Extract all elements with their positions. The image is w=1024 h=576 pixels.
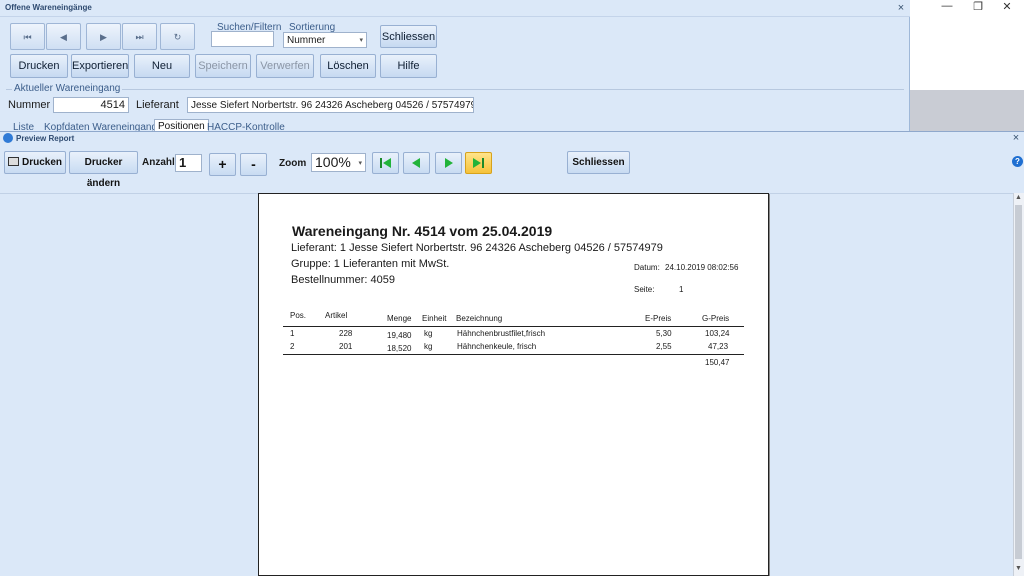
- back-window-close-icon[interactable]: ×: [895, 2, 907, 14]
- report-supplier: Lieferant: 1 Jesse Siefert Norbertstr. 9…: [291, 242, 663, 254]
- next-page-button[interactable]: [435, 152, 462, 174]
- preview-title: Preview Report: [16, 134, 75, 143]
- minus-button[interactable]: -: [240, 153, 267, 176]
- report-date-value: 24.10.2019 08:02:56: [665, 263, 739, 272]
- next-record-button[interactable]: ▶: [86, 23, 121, 50]
- search-input[interactable]: [211, 31, 274, 47]
- skip-first-icon: ⏮: [23, 32, 32, 42]
- col-header-article: Artikel: [325, 311, 348, 320]
- previous-page-icon: [412, 158, 420, 168]
- back-window-titlebar: [0, 0, 910, 17]
- last-page-button[interactable]: [465, 152, 492, 174]
- next-icon: ▶: [100, 32, 107, 42]
- section-divider: [6, 89, 904, 90]
- report-page: Wareneingang Nr. 4514 vom 25.04.2019 Lie…: [258, 193, 769, 576]
- col-header-quantity: Menge: [387, 314, 412, 323]
- preview-close-button[interactable]: Schliessen: [567, 151, 630, 174]
- report-page-label: Seite:: [634, 285, 655, 294]
- header-rule: [283, 326, 744, 327]
- discard-button[interactable]: Verwerfen: [256, 54, 314, 78]
- app-icon: [3, 133, 13, 143]
- zoom-label: Zoom: [279, 158, 307, 169]
- row-unit-price: 5,30: [656, 329, 672, 338]
- supplier-label: Lieferant: [136, 99, 179, 111]
- skip-last-icon: ⏭: [135, 32, 144, 42]
- row-unit: kg: [424, 329, 433, 338]
- last-page-icon: [473, 158, 484, 168]
- back-close-button[interactable]: Schliessen: [380, 25, 437, 48]
- count-label: Anzahl: [142, 157, 175, 168]
- preview-print-button[interactable]: Drucken: [4, 151, 66, 174]
- refresh-button[interactable]: ↻: [160, 23, 195, 50]
- row-unit: kg: [424, 342, 433, 351]
- scrollbar-thumb[interactable]: [1015, 205, 1022, 559]
- row-pos: 1: [290, 329, 295, 338]
- help-button[interactable]: Hilfe: [380, 54, 437, 78]
- col-header-description: Bezeichnung: [456, 314, 503, 323]
- preview-titlebar: [0, 131, 1024, 146]
- window-close-icon[interactable]: ✕: [997, 0, 1017, 14]
- row-total-price: 103,24: [705, 329, 730, 338]
- last-record-button[interactable]: ⏭: [122, 23, 157, 50]
- first-page-icon: [380, 158, 391, 168]
- supplier-field[interactable]: Jesse Siefert Norbertstr. 96 24326 Asche…: [187, 97, 474, 113]
- first-record-button[interactable]: ⏮: [10, 23, 45, 50]
- section-label: Aktueller Wareneingang: [12, 83, 123, 94]
- report-group: Gruppe: 1 Lieferanten mit MwSt.: [291, 258, 450, 270]
- number-field[interactable]: 4514: [53, 97, 129, 113]
- row-unit-price: 2,55: [656, 342, 672, 351]
- chevron-down-icon: ▾: [359, 37, 363, 44]
- sort-select[interactable]: Nummer ▾: [283, 32, 367, 48]
- row-description: Hähnchenkeule, frisch: [457, 342, 537, 351]
- scroll-down-icon[interactable]: ▼: [1014, 565, 1023, 574]
- report-order-number: Bestellnummer: 4059: [291, 274, 395, 286]
- row-total-price: 47,23: [708, 342, 729, 351]
- desktop-gray-area: [910, 90, 1024, 132]
- row-pos: 2: [290, 342, 295, 351]
- col-header-total-price: G-Preis: [702, 314, 730, 323]
- row-article: 201: [339, 342, 353, 351]
- col-header-unit: Einheit: [422, 314, 447, 323]
- export-button[interactable]: Exportieren: [71, 54, 129, 78]
- plus-button[interactable]: +: [209, 153, 236, 176]
- row-description: Hähnchenbrustfilet,frisch: [457, 329, 546, 338]
- print-button[interactable]: Drucken: [10, 54, 68, 78]
- minimize-icon[interactable]: —: [937, 0, 957, 14]
- count-input[interactable]: 1: [175, 154, 202, 172]
- printer-icon: [7, 157, 19, 166]
- scroll-up-icon[interactable]: ▲: [1014, 194, 1023, 203]
- report-date-label: Datum:: [634, 263, 660, 272]
- zoom-select[interactable]: 100% ▾: [311, 153, 366, 172]
- save-button[interactable]: Speichern: [195, 54, 251, 78]
- zoom-value: 100%: [315, 154, 351, 170]
- preview-close-icon[interactable]: ×: [1010, 132, 1022, 144]
- row-quantity: 18,520: [387, 344, 412, 353]
- previous-icon: ◀: [60, 32, 67, 42]
- col-header-unit-price: E-Preis: [645, 314, 672, 323]
- row-article: 228: [339, 329, 353, 338]
- previous-record-button[interactable]: ◀: [46, 23, 81, 50]
- back-window-title: Offene Wareneingänge: [5, 3, 92, 12]
- total-rule: [283, 354, 744, 355]
- report-total: 150,47: [705, 358, 730, 367]
- number-label: Nummer: [8, 99, 51, 111]
- report-title: Wareneingang Nr. 4514 vom 25.04.2019: [292, 223, 553, 239]
- sort-select-value: Nummer: [287, 35, 326, 46]
- change-printer-button[interactable]: Drucker ändern: [69, 151, 138, 189]
- restore-icon[interactable]: ❐: [968, 0, 988, 14]
- preview-print-label: Drucken: [21, 157, 62, 168]
- next-page-icon: [445, 158, 453, 168]
- refresh-icon: ↻: [173, 32, 182, 42]
- new-button[interactable]: Neu: [134, 54, 190, 78]
- previous-page-button[interactable]: [403, 152, 430, 174]
- row-quantity: 19,480: [387, 331, 412, 340]
- delete-button[interactable]: Löschen: [320, 54, 376, 78]
- report-page-value: 1: [679, 285, 684, 294]
- chevron-down-icon: ▾: [358, 160, 362, 167]
- help-icon[interactable]: ?: [1012, 156, 1023, 167]
- first-page-button[interactable]: [372, 152, 399, 174]
- col-header-pos: Pos.: [290, 311, 307, 320]
